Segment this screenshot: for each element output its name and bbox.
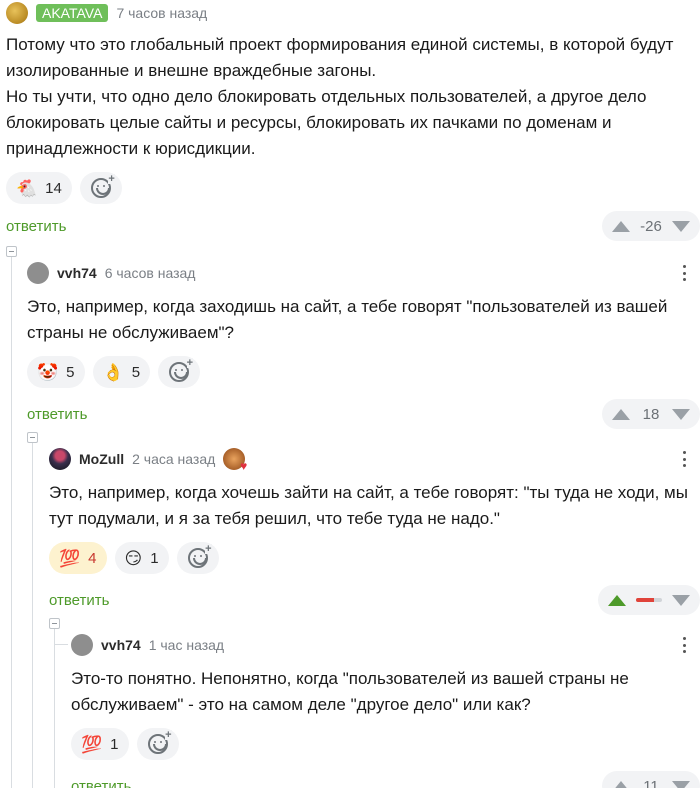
ok-hand-icon: 👌	[102, 362, 124, 382]
collapse-thread-button[interactable]	[27, 432, 38, 443]
downvote-icon[interactable]	[672, 780, 690, 788]
reaction-chicken[interactable]: 🐔 14	[6, 172, 72, 204]
rating-widget	[598, 585, 700, 615]
comment-time[interactable]: 2 часа назад	[132, 451, 215, 467]
comment-time[interactable]: 6 часов назад	[105, 265, 196, 281]
reactions: 💯 4 😏 1 +	[49, 542, 700, 574]
reaction-clown[interactable]: 🤡 5	[27, 356, 85, 388]
reactions: 🤡 5 👌 5 +	[27, 356, 700, 388]
heart-award-icon[interactable]	[223, 448, 247, 473]
reactions: 🐔 14 +	[6, 172, 700, 204]
add-emoji-icon: +	[187, 544, 212, 568]
comment-footer: ответить 18	[27, 398, 700, 430]
rating-widget: -26	[602, 211, 700, 241]
upvote-icon[interactable]	[608, 594, 626, 606]
add-reaction-button[interactable]: +	[158, 356, 201, 388]
comment-footer: ответить 11	[71, 770, 700, 788]
reaction-count: 5	[131, 363, 141, 381]
add-reaction-button[interactable]: +	[79, 172, 122, 204]
reply-link[interactable]: ответить	[71, 778, 131, 788]
hundred-points-icon: 💯	[59, 548, 81, 568]
comment-text: Это-то понятно. Непонятно, когда "пользо…	[71, 669, 629, 714]
chicken-icon: 🐔	[16, 178, 38, 198]
reaction-count: 5	[66, 363, 75, 381]
comment-score: 11	[643, 777, 659, 788]
hundred-points-icon: 💯	[81, 734, 103, 754]
comment-header: AKATAVA 7 часов назад	[6, 0, 700, 26]
comment: AKATAVA 7 часов назад Потому что это гло…	[6, 0, 700, 242]
downvote-icon[interactable]	[672, 408, 690, 420]
reaction-smirk[interactable]: 😏 1	[114, 542, 169, 574]
reply-link[interactable]: ответить	[6, 218, 66, 235]
upvote-icon[interactable]	[612, 408, 630, 420]
comment-score: 18	[642, 405, 660, 423]
comment-footer: ответить	[49, 584, 700, 616]
comment-text-content: Потому что это глобальный проект формиро…	[6, 35, 674, 158]
reaction-count: 1	[110, 735, 119, 753]
rating-widget: 18	[602, 399, 700, 429]
avatar[interactable]	[27, 262, 49, 284]
collapse-thread-button[interactable]	[6, 246, 17, 257]
comment: vvh74 1 час назад Это-то понятно. Непоня…	[71, 632, 700, 788]
smirk-icon: 😏	[124, 548, 143, 568]
comment-header: vvh74 6 часов назад	[27, 260, 700, 286]
comment-time[interactable]: 7 часов назад	[116, 5, 207, 21]
more-options-icon[interactable]	[678, 448, 690, 470]
comment-text: Это, например, когда заходишь на сайт, а…	[27, 297, 668, 342]
upvote-icon[interactable]	[612, 220, 630, 232]
reaction-count: 1	[150, 549, 159, 567]
author-name[interactable]: MoZull	[79, 451, 124, 467]
thread-line-level-3	[54, 628, 55, 788]
upvote-icon[interactable]	[612, 780, 630, 788]
add-emoji-icon: +	[90, 174, 115, 198]
comment-header: vvh74 1 час назад	[71, 632, 700, 658]
avatar[interactable]	[71, 634, 93, 656]
thread-line-level-2	[32, 442, 33, 788]
comment-text: Потому что это глобальный проект формиро…	[6, 32, 700, 162]
author-name[interactable]: vvh74	[57, 265, 97, 281]
add-reaction-button[interactable]: +	[176, 542, 219, 574]
downvote-icon[interactable]	[672, 594, 690, 606]
comment: MoZull 2 часа назад Это, например, когда…	[49, 446, 700, 616]
reaction-count: 4	[88, 549, 97, 567]
rating-widget: 11	[602, 771, 700, 788]
comment-text: Это, например, когда хочешь зайти на сай…	[49, 483, 688, 528]
thread-line-level-1	[11, 256, 12, 788]
more-options-icon[interactable]	[678, 262, 690, 284]
downvote-icon[interactable]	[672, 220, 690, 232]
comment-footer: ответить -26	[6, 210, 700, 242]
reply-link[interactable]: ответить	[49, 592, 109, 609]
author-name[interactable]: vvh74	[101, 637, 141, 653]
avatar[interactable]	[6, 2, 28, 24]
thread-branch	[54, 644, 68, 645]
add-emoji-icon: +	[169, 358, 194, 382]
comment: vvh74 6 часов назад Это, например, когда…	[27, 260, 700, 430]
vote-ratio-fill	[636, 598, 655, 602]
author-name[interactable]: AKATAVA	[36, 4, 109, 22]
reaction-hundred[interactable]: 💯 1	[71, 728, 129, 760]
reaction-hundred[interactable]: 💯 4	[49, 542, 107, 574]
reactions: 💯 1 +	[71, 728, 700, 760]
reply-link[interactable]: ответить	[27, 406, 87, 423]
comment-header: MoZull 2 часа назад	[49, 446, 700, 473]
comment-time[interactable]: 1 час назад	[149, 637, 224, 653]
reaction-ok-hand[interactable]: 👌 5	[92, 356, 151, 388]
collapse-thread-button[interactable]	[49, 618, 60, 629]
add-reaction-button[interactable]: +	[136, 728, 179, 760]
vote-ratio-bar	[636, 598, 662, 602]
avatar[interactable]	[49, 448, 71, 470]
clown-icon: 🤡	[37, 362, 59, 382]
comment-score: -26	[640, 217, 662, 235]
reaction-count: 14	[45, 179, 62, 197]
add-emoji-icon: +	[147, 730, 172, 754]
more-options-icon[interactable]	[678, 634, 690, 656]
